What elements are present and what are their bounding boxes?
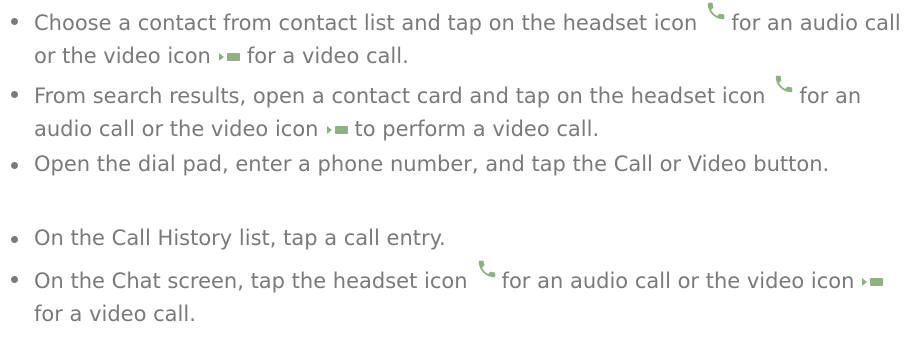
list-item-text: From search results, open a contact card… [34,75,906,145]
list-item: From search results, open a contact card… [11,75,906,145]
bullet [11,18,18,25]
phone-icon [773,73,795,103]
list-item: On the Call History list, tap a call ent… [11,224,906,253]
list-item-text: Choose a contact from contact list and t… [34,2,906,72]
phone-icon [476,258,498,288]
list-item-text: On the Call History list, tap a call ent… [34,226,446,250]
list-item: On the Chat screen, tap the headset icon… [11,260,906,329]
video-icon [862,266,884,295]
list-item-text-part: Choose a contact from contact list and t… [34,11,698,35]
instruction-document: Choose a contact from contact list and t… [0,0,912,345]
list-item-text-part: for a video call. [246,44,409,68]
bullet [11,236,18,243]
video-icon [326,114,349,143]
list-item-text: On the Chat screen, tap the headset icon… [34,260,906,329]
list-item-text-part: From search results, open a contact card… [34,84,766,108]
list-item-text-part: On the Chat screen, tap the headset icon [34,269,468,293]
list-item-text-part: for a video call. [34,302,196,326]
video-icon [218,41,241,70]
list-item-text-part: to perform a video call. [354,117,600,141]
list-item: Open the dial pad, enter a phone number,… [11,150,906,179]
list-item: Choose a contact from contact list and t… [11,2,906,72]
bullet [11,276,18,283]
list-item-text-part: for an audio call or the video icon [501,269,855,293]
bullet [11,91,18,98]
list-item-text: Open the dial pad, enter a phone number,… [34,152,830,176]
bullet [11,162,18,169]
phone-icon [705,0,727,30]
